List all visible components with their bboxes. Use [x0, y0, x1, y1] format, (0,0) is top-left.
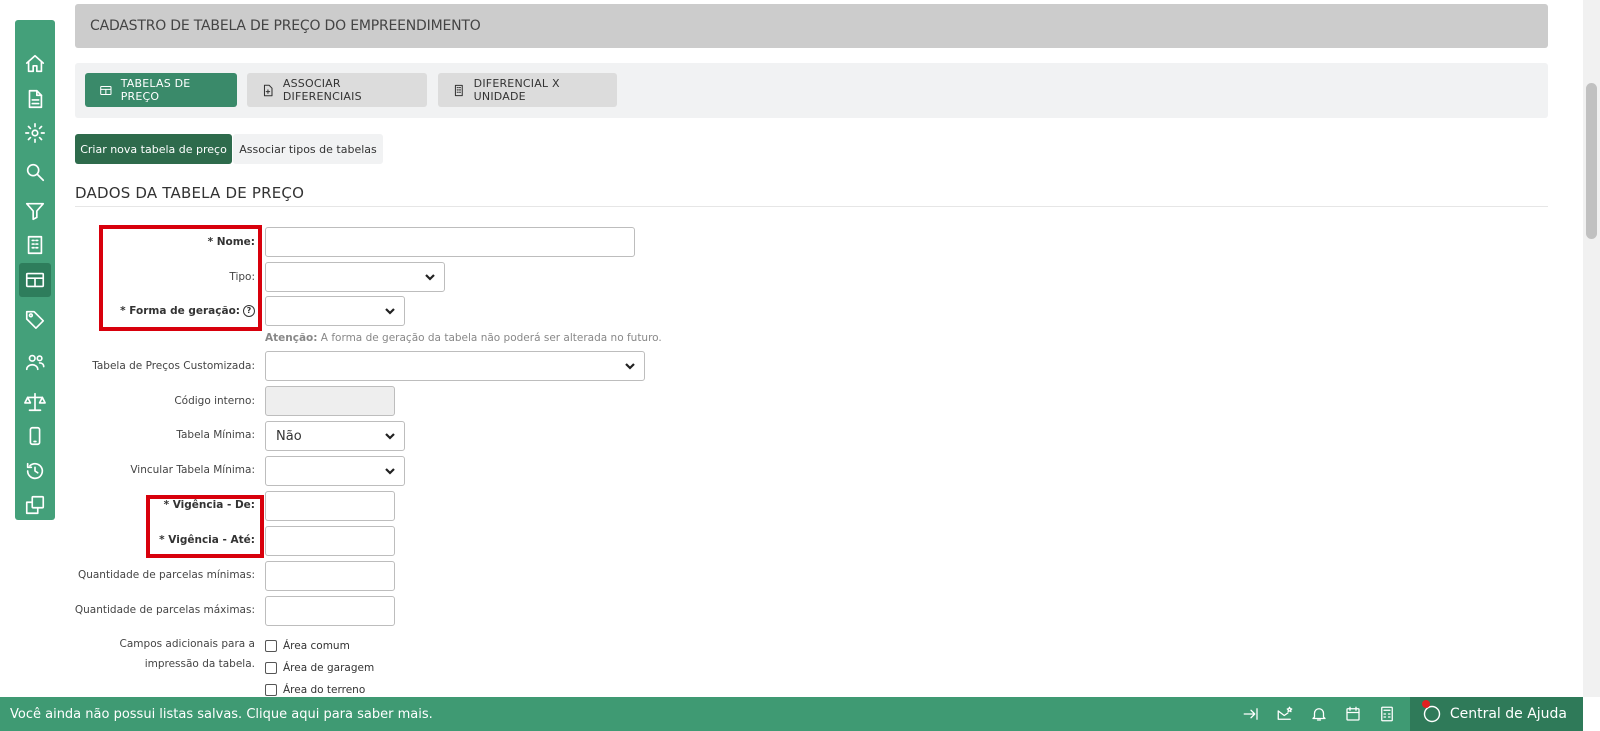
chevron-down-icon [385, 468, 395, 475]
chevron-down-icon [425, 274, 435, 281]
associate-table-types-button[interactable]: Associar tipos de tabelas [233, 134, 383, 164]
generation-warning-note: Atenção: A forma de geração da tabela nã… [265, 332, 662, 344]
parcelas-maximas-input[interactable] [265, 596, 395, 626]
footer-bar: Você ainda não possui listas salvas. Cli… [0, 697, 1583, 731]
campos-adicionais-label-2: impressão da tabela. [144, 658, 255, 670]
filter-icon[interactable] [15, 196, 55, 226]
sidebar [15, 20, 55, 520]
building-icon[interactable] [15, 230, 55, 260]
codigo-interno-label: Código interno: [174, 395, 255, 407]
parcelas-minimas-label: Quantidade de parcelas mínimas: [77, 569, 255, 581]
gear-icon[interactable] [15, 118, 55, 148]
checkbox[interactable] [265, 684, 277, 696]
chevron-down-icon [385, 308, 395, 315]
checkbox-label: Área do terreno [283, 684, 366, 696]
scrollbar-thumb[interactable] [1586, 83, 1597, 239]
section-divider [75, 206, 1548, 207]
tab-label: DIFERENCIAL X UNIDADE [473, 77, 560, 103]
note-text: A forma de geração da tabela não poderá … [317, 332, 662, 344]
section-title: DADOS DA TABELA DE PREÇO [75, 184, 305, 202]
note-strong: Atenção: [265, 332, 318, 344]
table-icon [100, 85, 112, 95]
tabela-customizada-select[interactable] [265, 351, 645, 381]
forma-geracao-select[interactable] [265, 296, 405, 326]
checkbox-area-garagem[interactable]: Área de garagem [265, 662, 374, 674]
page-title: CADASTRO DE TABELA DE PREÇO DO EMPREENDI… [75, 4, 1548, 48]
expand-right-icon[interactable] [1234, 697, 1268, 731]
codigo-interno-input [265, 386, 395, 416]
checkbox-label: Área de garagem [283, 662, 375, 674]
building-icon [454, 84, 463, 96]
calculator-icon[interactable] [1370, 697, 1404, 731]
copy-icon[interactable] [15, 490, 55, 520]
tabela-customizada-label: Tabela de Preços Customizada: [92, 360, 255, 372]
notification-dot [1421, 700, 1430, 708]
tab-label: ASSOCIAR DIFERENCIAIS [282, 77, 362, 103]
tabs-bar: TABELAS DE PREÇO ASSOCIAR DIFERENCIAIS D… [75, 63, 1548, 118]
highlight-required-fields-2 [146, 495, 264, 558]
tabela-minima-value: Não [276, 428, 302, 444]
search-icon[interactable] [15, 157, 55, 187]
chevron-down-icon [625, 363, 635, 370]
tag-icon[interactable] [15, 304, 55, 334]
tabela-minima-select[interactable]: Não [265, 421, 405, 451]
parcelas-maximas-label: Quantidade de parcelas máximas: [74, 604, 255, 616]
help-center-label: Central de Ajuda [1449, 706, 1567, 722]
mail-star-icon[interactable] [1268, 697, 1302, 731]
tab-associar-diferenciais[interactable]: ASSOCIAR DIFERENCIAIS [247, 73, 427, 107]
tab-label: TABELAS DE PREÇO [120, 77, 191, 103]
vigencia-ate-input[interactable] [265, 526, 395, 556]
chevron-down-icon [385, 433, 395, 440]
saved-lists-message[interactable]: Você ainda não possui listas salvas. Cli… [10, 707, 433, 722]
checkbox-area-comum[interactable]: Área comum [265, 640, 350, 652]
document-icon[interactable] [15, 84, 55, 114]
tab-diferencial-x-unidade[interactable]: DIFERENCIAL X UNIDADE [438, 73, 617, 107]
table-icon[interactable] [15, 263, 55, 297]
mobile-icon[interactable] [15, 421, 55, 451]
highlight-required-fields-1 [99, 225, 262, 331]
help-center-button[interactable]: Central de Ajuda [1409, 697, 1583, 731]
scale-icon[interactable] [15, 387, 55, 417]
checkbox[interactable] [265, 640, 277, 652]
vincular-tabela-minima-select[interactable] [265, 456, 405, 486]
checkbox-area-terreno[interactable]: Área do terreno [265, 684, 365, 696]
bell-icon[interactable] [1302, 697, 1336, 731]
tab-tabelas-de-preco[interactable]: TABELAS DE PREÇO [85, 73, 237, 107]
tabela-minima-label: Tabela Mínima: [176, 429, 255, 441]
tipo-select[interactable] [265, 262, 445, 292]
history-icon[interactable] [15, 456, 55, 486]
calendar-icon[interactable] [1336, 697, 1370, 731]
footer-icons: Central de Ajuda [1234, 697, 1583, 731]
nome-input[interactable] [265, 227, 635, 257]
checkbox-label: Área comum [283, 640, 350, 652]
file-plus-icon [263, 84, 273, 96]
parcelas-minimas-input[interactable] [265, 561, 395, 591]
campos-adicionais-label-1: Campos adicionais para a [119, 638, 255, 650]
home-icon[interactable] [15, 49, 55, 79]
users-icon[interactable] [15, 347, 55, 377]
checkbox[interactable] [265, 662, 277, 674]
vigencia-de-input[interactable] [265, 491, 395, 521]
vincular-tabela-minima-label: Vincular Tabela Mínima: [130, 464, 255, 476]
create-price-table-button[interactable]: Criar nova tabela de preço [75, 134, 232, 164]
